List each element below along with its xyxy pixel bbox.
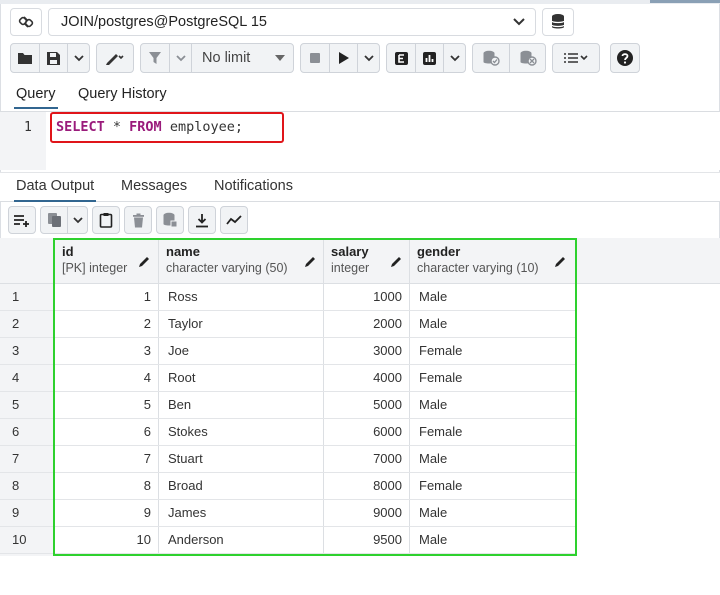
stop-icon bbox=[310, 53, 320, 63]
database-commit-icon bbox=[483, 50, 500, 66]
database-save-icon bbox=[163, 212, 178, 228]
stop-button[interactable] bbox=[301, 44, 329, 72]
database-icon bbox=[551, 14, 565, 29]
row-number: 5 bbox=[12, 397, 20, 412]
link-icon bbox=[18, 16, 34, 28]
help-icon bbox=[617, 50, 633, 66]
connection-bar: JOIN/postgres@PostgreSQL 15 bbox=[10, 8, 574, 36]
explain-options-button[interactable] bbox=[443, 44, 465, 72]
top-strip-accent bbox=[650, 0, 720, 3]
row-number: 7 bbox=[12, 451, 20, 466]
folder-icon bbox=[18, 53, 32, 64]
tab-messages[interactable]: Messages bbox=[121, 178, 187, 194]
query-tabs: Query Query History bbox=[0, 84, 720, 112]
transaction-group bbox=[472, 43, 546, 73]
chevron-down-icon bbox=[449, 54, 460, 61]
explain-analyze-button[interactable] bbox=[415, 44, 443, 72]
row-number: 2 bbox=[12, 316, 20, 331]
row-number: 6 bbox=[12, 424, 20, 439]
list-icon bbox=[564, 53, 588, 63]
row-number: 8 bbox=[12, 478, 20, 493]
sql-keyword-select: SELECT bbox=[56, 119, 105, 135]
tab-query[interactable]: Query bbox=[14, 86, 57, 109]
save-data-button[interactable] bbox=[156, 206, 184, 234]
pencil-icon bbox=[106, 54, 124, 65]
delete-row-button[interactable] bbox=[124, 206, 152, 234]
line-gutter bbox=[0, 112, 46, 170]
result-highlight-box bbox=[53, 238, 577, 556]
chevron-down-icon bbox=[72, 216, 83, 223]
tab-notifications[interactable]: Notifications bbox=[214, 178, 293, 194]
save-icon bbox=[47, 51, 60, 65]
line-number: 1 bbox=[24, 120, 32, 135]
macros-button[interactable] bbox=[553, 44, 599, 72]
new-connection-button[interactable] bbox=[542, 8, 574, 36]
sql-statement[interactable]: SELECT * FROM employee; bbox=[56, 119, 243, 135]
filter-options-button[interactable] bbox=[169, 44, 191, 72]
caret-down-icon bbox=[275, 55, 285, 61]
save-options-button[interactable] bbox=[67, 44, 89, 72]
execute-group bbox=[300, 43, 380, 73]
execute-options-button[interactable] bbox=[357, 44, 379, 72]
tab-query-history[interactable]: Query History bbox=[78, 86, 167, 102]
help-button[interactable] bbox=[610, 43, 640, 73]
data-output-toolbar bbox=[8, 206, 248, 234]
graph-visualiser-button[interactable] bbox=[220, 206, 248, 234]
download-icon bbox=[196, 213, 208, 227]
line-chart-icon bbox=[226, 215, 242, 225]
chevron-down-icon bbox=[513, 18, 525, 26]
sql-editor[interactable]: 1 SELECT * FROM employee; bbox=[0, 112, 720, 170]
clipboard-icon bbox=[99, 213, 113, 228]
copy-options-button[interactable] bbox=[67, 207, 87, 233]
filter-button[interactable] bbox=[141, 44, 169, 72]
sql-keyword-from: FROM bbox=[129, 119, 162, 135]
edit-group bbox=[96, 43, 134, 73]
chevron-down-icon bbox=[363, 54, 374, 61]
commit-button[interactable] bbox=[473, 44, 509, 72]
explain-icon bbox=[394, 51, 408, 65]
edit-button[interactable] bbox=[97, 44, 133, 72]
connection-status-button[interactable] bbox=[10, 8, 42, 36]
save-button[interactable] bbox=[39, 44, 67, 72]
file-group bbox=[10, 43, 90, 73]
query-toolbar: No limit bbox=[10, 43, 640, 73]
copy-icon bbox=[47, 213, 61, 227]
trash-icon bbox=[132, 213, 144, 227]
connection-label: JOIN/postgres@PostgreSQL 15 bbox=[61, 14, 267, 30]
result-tabs: Data Output Messages Notifications bbox=[0, 172, 720, 202]
tab-data-output[interactable]: Data Output bbox=[13, 178, 97, 202]
explain-button[interactable] bbox=[387, 44, 415, 72]
rollback-button[interactable] bbox=[509, 44, 545, 72]
copy-button[interactable] bbox=[41, 207, 67, 233]
row-number: 9 bbox=[12, 505, 20, 520]
add-row-icon bbox=[14, 215, 29, 227]
filter-icon bbox=[149, 52, 161, 64]
copy-group bbox=[40, 206, 88, 234]
row-number: 10 bbox=[12, 532, 27, 547]
row-limit-label: No limit bbox=[202, 50, 251, 66]
filter-limit-group: No limit bbox=[140, 43, 294, 73]
top-strip bbox=[0, 0, 720, 4]
bar-chart-icon bbox=[423, 51, 436, 65]
macros-group bbox=[552, 43, 600, 73]
row-number: 4 bbox=[12, 370, 20, 385]
chevron-down-icon bbox=[175, 54, 186, 61]
sql-text: * bbox=[104, 119, 130, 135]
database-rollback-icon bbox=[520, 50, 537, 66]
open-file-button[interactable] bbox=[11, 44, 39, 72]
sql-table-text: employee; bbox=[161, 119, 243, 135]
execute-button[interactable] bbox=[329, 44, 357, 72]
row-number: 3 bbox=[12, 343, 20, 358]
explain-group bbox=[386, 43, 466, 73]
paste-button[interactable] bbox=[92, 206, 120, 234]
row-number: 1 bbox=[12, 289, 20, 304]
download-button[interactable] bbox=[188, 206, 216, 234]
play-icon bbox=[338, 52, 349, 64]
chevron-down-icon bbox=[73, 54, 84, 61]
row-limit-select[interactable]: No limit bbox=[191, 44, 293, 72]
add-row-button[interactable] bbox=[8, 206, 36, 234]
connection-select[interactable]: JOIN/postgres@PostgreSQL 15 bbox=[48, 8, 536, 36]
